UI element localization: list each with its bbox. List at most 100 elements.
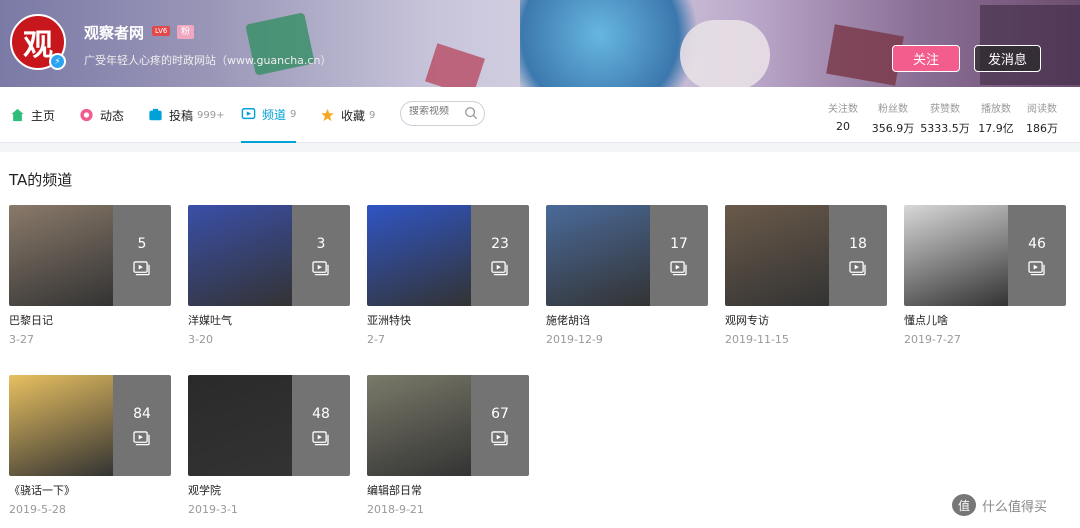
watermark-text: 什么值得买 (982, 499, 1048, 515)
stat-label: 播放数 (981, 104, 1011, 115)
channel-name[interactable]: 洋媒吐气 (188, 312, 350, 328)
channel-name[interactable]: 巴黎日记 (9, 312, 171, 328)
section-title: TA的频道 (9, 171, 73, 189)
message-button[interactable]: 发消息 (974, 45, 1041, 72)
playlist-icon (670, 261, 687, 276)
channel-video-count: 84 (133, 406, 151, 422)
channel-name[interactable]: 《骁话一下》 (9, 482, 171, 498)
channel-thumbnail[interactable]: 5 (9, 205, 171, 306)
tab-channels[interactable]: 频道 9 (241, 87, 297, 143)
stat-value: 186万 (1026, 122, 1058, 135)
channel-date: 2019-12-9 (546, 333, 603, 346)
channel-video-count: 18 (849, 236, 867, 252)
playlist-icon (312, 431, 329, 446)
channel-date: 2019-3-1 (188, 503, 238, 516)
playlist-icon (133, 261, 150, 276)
channel-card[interactable]: 5 巴黎日记 3-27 (9, 205, 171, 346)
channel-count-overlay (650, 205, 708, 306)
tab-favorites-count: 9 (369, 109, 376, 121)
channel-date: 3-27 (9, 333, 34, 346)
profile-banner (0, 0, 1080, 87)
stat-label: 阅读数 (1027, 104, 1057, 115)
search-icon[interactable] (464, 106, 478, 120)
channel-icon (241, 108, 256, 120)
channel-thumbnail[interactable]: 23 (367, 205, 529, 306)
stat-item[interactable]: 关注数 20 (818, 100, 868, 133)
watermark-logo-icon: 值 (952, 494, 976, 516)
stat-item[interactable]: 获赞数 5333.5万 (920, 100, 970, 136)
channel-card[interactable]: 48 观学院 2019-3-1 (188, 375, 350, 516)
follow-button[interactable]: 关注 (892, 45, 960, 72)
tab-channels-count: 9 (290, 108, 297, 120)
playlist-icon (491, 261, 508, 276)
channel-count-overlay (829, 205, 887, 306)
channel-card[interactable]: 18 观网专访 2019-11-15 (725, 205, 887, 346)
channel-video-count: 48 (312, 406, 330, 422)
tab-dynamic[interactable]: 动态 (79, 87, 124, 143)
channel-video-count: 46 (1028, 236, 1046, 252)
playlist-icon (133, 431, 150, 446)
channel-date: 2-7 (367, 333, 385, 346)
channel-cover-image (367, 205, 471, 306)
channel-cover-image (725, 205, 829, 306)
playlist-icon (849, 261, 866, 276)
tab-videos[interactable]: 投稿 999+ (148, 87, 224, 143)
channel-name[interactable]: 懂点儿啥 (904, 312, 1066, 328)
channel-name[interactable]: 施佬胡诌 (546, 312, 708, 328)
channel-cover-image (9, 375, 113, 476)
channel-card[interactable]: 67 编辑部日常 2018-9-21 (367, 375, 529, 516)
video-icon (149, 108, 162, 121)
stat-label: 关注数 (828, 104, 858, 115)
channel-count-overlay (471, 205, 529, 306)
search-box[interactable] (400, 101, 485, 126)
tab-videos-label: 投稿 (169, 108, 194, 123)
channel-cover-image (546, 205, 650, 306)
stat-value: 356.9万 (871, 122, 915, 135)
channel-thumbnail[interactable]: 48 (188, 375, 350, 476)
tab-home[interactable]: 主页 (10, 87, 55, 143)
tab-videos-count: 999+ (197, 109, 225, 121)
watermark: 值 什么值得买 (952, 494, 1047, 516)
channel-thumbnail[interactable]: 46 (904, 205, 1066, 306)
channel-name[interactable]: 亚洲特快 (367, 312, 529, 328)
channel-card[interactable]: 23 亚洲特快 2-7 (367, 205, 529, 346)
channel-card[interactable]: 46 懂点儿啥 2019-7-27 (904, 205, 1066, 346)
user-sign: 广受年轻人心疼的时政网站（www.guancha.cn） (84, 54, 332, 67)
channel-thumbnail[interactable]: 17 (546, 205, 708, 306)
stat-label: 获赞数 (930, 104, 960, 115)
channel-card[interactable]: 17 施佬胡诌 2019-12-9 (546, 205, 708, 346)
channel-thumbnail[interactable]: 3 (188, 205, 350, 306)
channel-thumbnail[interactable]: 67 (367, 375, 529, 476)
tab-favorites-label: 收藏 (341, 108, 366, 123)
stat-item[interactable]: 粉丝数 356.9万 (868, 100, 918, 136)
tab-channels-label: 频道 (262, 107, 287, 122)
channel-name[interactable]: 编辑部日常 (367, 482, 529, 498)
level-badge: LV6 (152, 26, 171, 36)
channel-count-overlay (113, 375, 171, 476)
avatar-glyph: 观 (23, 28, 53, 63)
channel-date: 2019-7-27 (904, 333, 961, 346)
dynamic-icon (80, 108, 93, 122)
channel-date: 2018-9-21 (367, 503, 424, 516)
channel-card[interactable]: 3 洋媒吐气 3-20 (188, 205, 350, 346)
channel-name[interactable]: 观网专访 (725, 312, 887, 328)
channel-thumbnail[interactable]: 84 (9, 375, 171, 476)
playlist-icon (491, 431, 508, 446)
channel-count-overlay (113, 205, 171, 306)
channel-name[interactable]: 观学院 (188, 482, 350, 498)
channel-card[interactable]: 84 《骁话一下》 2019-5-28 (9, 375, 171, 516)
banner-bunny-decoration (680, 20, 770, 87)
channel-cover-image (9, 205, 113, 306)
search-input[interactable] (409, 106, 461, 117)
stat-value: 17.9亿 (978, 122, 1014, 135)
stat-item[interactable]: 阅读数 186万 (1017, 100, 1067, 136)
stat-value: 20 (836, 120, 850, 133)
channel-thumbnail[interactable]: 18 (725, 205, 887, 306)
star-icon (321, 108, 334, 122)
tab-favorites[interactable]: 收藏 9 (320, 87, 375, 143)
stat-item[interactable]: 播放数 17.9亿 (971, 100, 1021, 136)
channel-video-count: 17 (670, 236, 688, 252)
channel-video-count: 3 (316, 236, 326, 252)
channel-video-count: 23 (491, 236, 509, 252)
stat-value: 5333.5万 (920, 122, 970, 135)
